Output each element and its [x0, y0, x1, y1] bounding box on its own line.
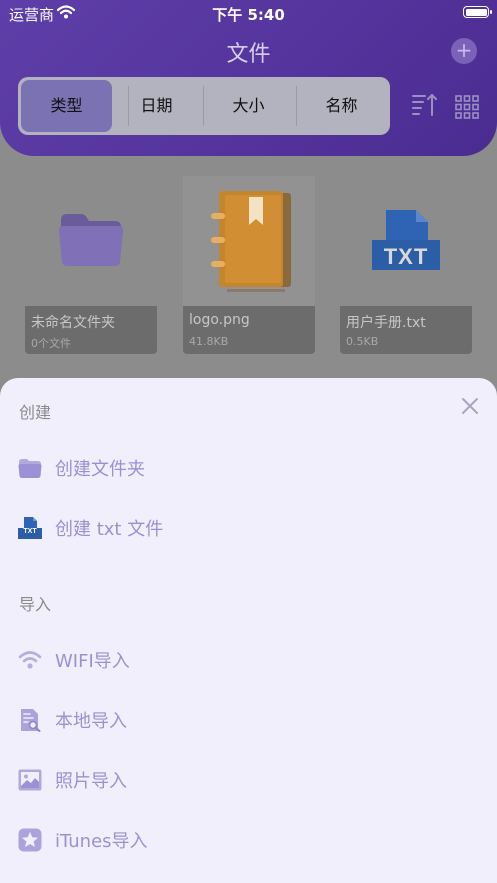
sort-icon[interactable] — [411, 93, 437, 117]
tab-name[interactable]: 名称 — [296, 80, 387, 132]
file-info: 用户手册.txt 0.5KB — [340, 306, 472, 354]
file-item[interactable]: logo.png 41.8KB — [183, 176, 315, 354]
add-button[interactable]: + — [451, 38, 477, 64]
txt-badge: TXT — [383, 244, 429, 269]
create-txt-label: 创建 txt 文件 — [55, 519, 164, 540]
battery-icon — [463, 6, 492, 18]
photo-icon — [18, 769, 42, 791]
header: 运营商 下午 5:40 文件 + 类型 日期 大小 名称 — [0, 0, 497, 156]
file-meta: 41.8KB — [189, 335, 229, 348]
local-import-label: 本地导入 — [55, 711, 127, 732]
wifi-import-label: WIFI导入 — [55, 651, 130, 672]
create-folder-label: 创建文件夹 — [55, 459, 145, 480]
file-grid: 未命名文件夹 0个文件 logo.png 41.8KB TXT 用户手册.txt… — [0, 156, 497, 386]
wifi-import-button[interactable]: WIFI导入 — [18, 646, 318, 674]
itunes-import-label: iTunes导入 — [55, 831, 148, 852]
file-item[interactable]: TXT 用户手册.txt 0.5KB — [340, 176, 472, 354]
file-meta: 0个文件 — [31, 337, 71, 350]
file-info: 未命名文件夹 0个文件 — [25, 306, 157, 354]
create-folder-button[interactable]: 创建文件夹 — [18, 454, 318, 482]
file-thumbnail — [183, 176, 315, 306]
file-name: logo.png — [189, 312, 250, 328]
file-info: logo.png 41.8KB — [183, 306, 315, 354]
status-time: 下午 5:40 — [212, 6, 285, 24]
wifi-icon — [18, 651, 42, 669]
section-import-title: 导入 — [19, 595, 52, 614]
tab-date[interactable]: 日期 — [111, 80, 202, 132]
tab-size[interactable]: 大小 — [203, 80, 294, 132]
create-txt-button[interactable]: TXT 创建 txt 文件 — [18, 514, 318, 542]
file-thumbnail — [25, 176, 157, 306]
grid-view-icon[interactable] — [455, 95, 479, 119]
file-name: 未命名文件夹 — [31, 315, 115, 331]
file-thumbnail: TXT — [340, 176, 472, 306]
section-create-title: 创建 — [19, 403, 52, 422]
local-import-button[interactable]: 本地导入 — [18, 706, 318, 734]
file-item[interactable]: 未命名文件夹 0个文件 — [25, 176, 157, 354]
folder-icon — [59, 214, 123, 266]
sort-segmented-control: 类型 日期 大小 名称 — [18, 77, 390, 135]
photo-import-label: 照片导入 — [55, 771, 127, 792]
local-file-search-icon — [21, 709, 41, 732]
txt-icon-badge: TXT — [23, 528, 37, 535]
notebook-image-icon — [211, 191, 291, 292]
photo-import-button[interactable]: 照片导入 — [18, 766, 318, 794]
tab-type[interactable]: 类型 — [21, 80, 112, 132]
itunes-import-button[interactable]: iTunes导入 — [18, 826, 318, 854]
file-name: 用户手册.txt — [346, 315, 426, 331]
create-import-sheet: 创建 创建文件夹 TXT 创建 txt 文件 导入 WIFI导入 本地导入 照片… — [0, 378, 497, 883]
star-icon — [18, 828, 42, 852]
folder-icon — [18, 459, 42, 478]
status-bar: 运营商 下午 5:40 — [0, 0, 497, 26]
close-icon[interactable] — [458, 394, 482, 418]
file-meta: 0.5KB — [346, 335, 379, 348]
page-title: 文件 — [226, 42, 271, 67]
